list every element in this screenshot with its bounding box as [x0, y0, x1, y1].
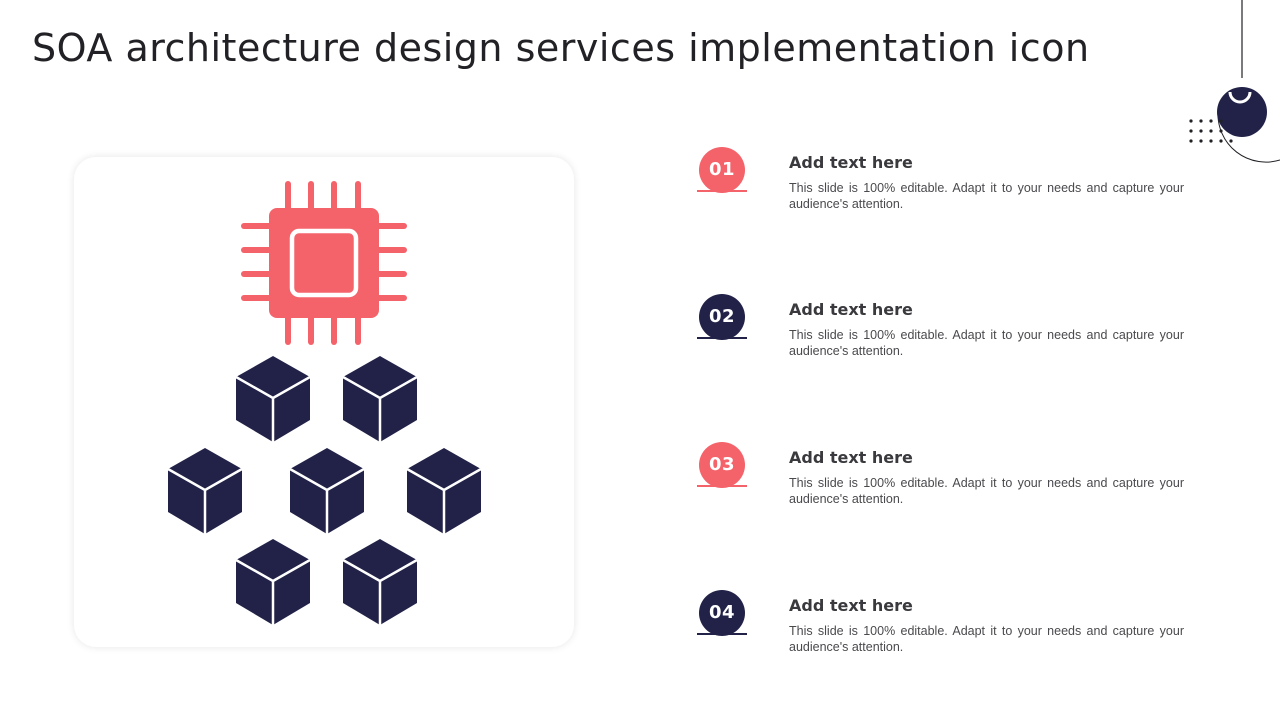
- list-item: 02 Add text here This slide is 100% edit…: [697, 294, 1197, 374]
- slide: SOA architecture design services impleme…: [0, 0, 1280, 720]
- item-body: This slide is 100% editable. Adapt it to…: [789, 476, 1184, 506]
- cube-icon: [405, 446, 483, 536]
- soa-architecture-icon: [166, 181, 483, 627]
- item-body: This slide is 100% editable. Adapt it to…: [789, 181, 1184, 211]
- item-body: This slide is 100% editable. Adapt it to…: [789, 328, 1184, 358]
- number-badge: 03: [699, 442, 745, 488]
- cube-icon: [166, 446, 244, 536]
- number-badge: 04: [699, 590, 745, 636]
- icon-card: [74, 157, 574, 647]
- item-heading: Add text here: [789, 300, 913, 319]
- list-item: 03 Add text here This slide is 100% edit…: [697, 442, 1197, 522]
- cube-icon: [234, 354, 312, 444]
- corner-decoration: [1189, 0, 1280, 163]
- badge-underline: [697, 633, 747, 635]
- number-badge: 02: [699, 294, 745, 340]
- badge-underline: [697, 190, 747, 192]
- item-heading: Add text here: [789, 596, 913, 615]
- slide-title: SOA architecture design services impleme…: [32, 26, 1090, 70]
- item-heading: Add text here: [789, 153, 913, 172]
- cube-icon: [234, 537, 312, 627]
- badge-underline: [697, 337, 747, 339]
- number-badge: 01: [699, 147, 745, 193]
- cube-icon: [288, 446, 366, 536]
- list-item: 04 Add text here This slide is 100% edit…: [697, 590, 1197, 670]
- cube-cluster: [166, 354, 483, 627]
- list-item: 01 Add text here This slide is 100% edit…: [697, 147, 1197, 227]
- navy-circle-icon: [1217, 87, 1267, 137]
- item-body: This slide is 100% editable. Adapt it to…: [789, 624, 1184, 654]
- badge-underline: [697, 485, 747, 487]
- cube-icon: [341, 537, 419, 627]
- cube-icon: [341, 354, 419, 444]
- item-heading: Add text here: [789, 448, 913, 467]
- microchip-icon: [241, 181, 407, 345]
